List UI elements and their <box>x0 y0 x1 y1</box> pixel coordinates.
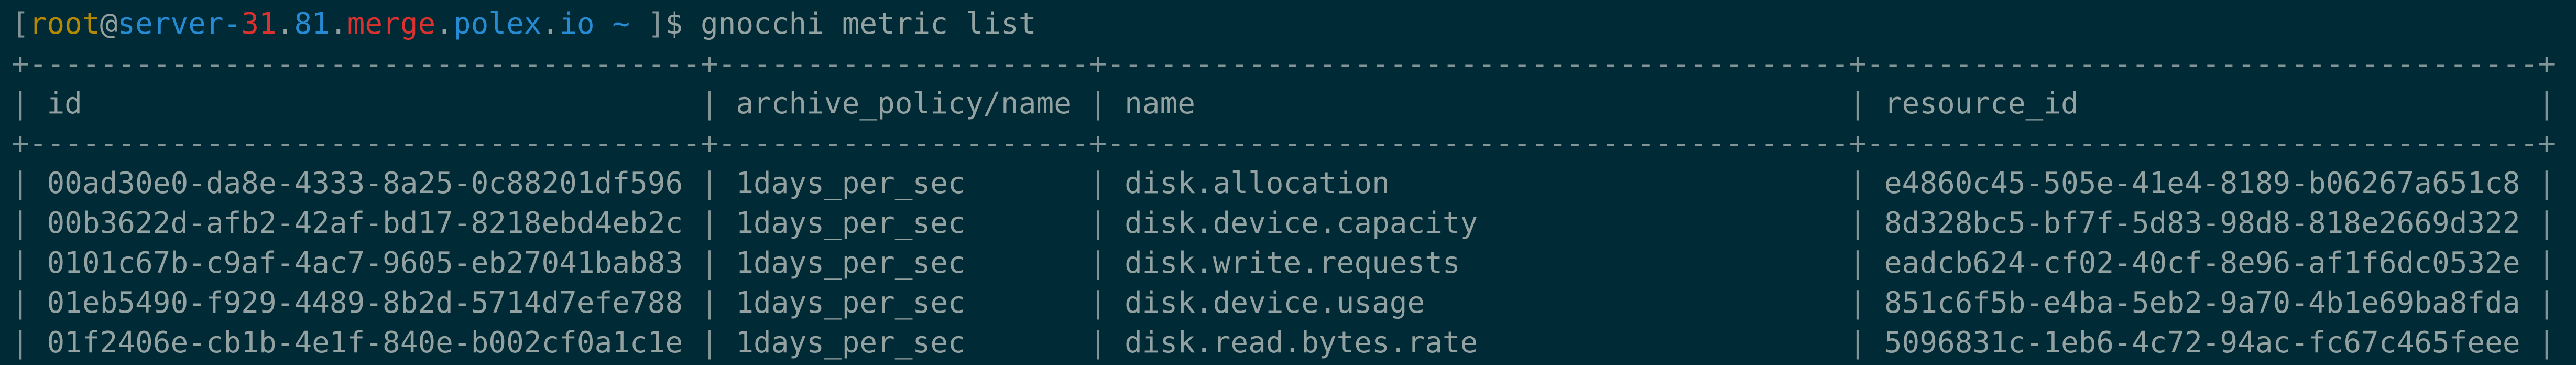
row-cell: 1days_per_sec <box>736 286 1089 320</box>
column-separator: | <box>1849 286 1884 320</box>
table-row: | 0101c67b-c9af-4ac7-9605-eb27041bab83 |… <box>12 243 2576 283</box>
row-cell: eadcb624-cf02-40cf-8e96-af1f6dc0532e <box>1884 246 2538 280</box>
prompt-close-bracket: ] <box>647 7 665 41</box>
row-cell: e4860c45-505e-41e4-8189-b06267a651c8 <box>1884 166 2538 200</box>
column-separator: | <box>12 166 47 200</box>
prompt-open-bracket: [ <box>12 7 29 41</box>
table-row: | 01f2406e-cb1b-4e1f-840e-b002cf0a1c1e |… <box>12 323 2576 363</box>
row-cell: 0101c67b-c9af-4ac7-9605-eb27041bab83 <box>47 246 701 280</box>
terminal-window[interactable]: [root@server-31.81.merge.polex.io ~ ]$ g… <box>0 0 2576 365</box>
prompt-host-dot: . <box>329 7 347 41</box>
row-cell: 8d328bc5-bf7f-5d83-98d8-818e2669d322 <box>1884 206 2538 240</box>
header-cell: name <box>1125 87 1849 121</box>
row-cell: 1days_per_sec <box>736 206 1089 240</box>
prompt-host-part: 81 <box>294 7 330 41</box>
table-row: | 00ad30e0-da8e-4333-8a25-0c88201df596 |… <box>12 164 2576 203</box>
column-separator: | <box>1849 166 1884 200</box>
table-row: | 01eb5490-f929-4489-8b2d-5714d7efe788 |… <box>12 283 2576 323</box>
column-separator: | <box>2538 326 2556 360</box>
column-separator: | <box>2538 286 2556 320</box>
prompt-user: root <box>29 7 100 41</box>
prompt-host-dot: . <box>435 7 453 41</box>
row-cell: 01eb5490-f929-4489-8b2d-5714d7efe788 <box>47 286 701 320</box>
command-text: gnocchi metric list <box>700 7 1036 41</box>
prompt-host-part: io <box>559 7 595 41</box>
column-separator: | <box>2538 246 2556 280</box>
prompt-host-dot: . <box>541 7 560 41</box>
prompt-line: [root@server-31.81.merge.polex.io ~ ]$ g… <box>12 4 2576 44</box>
prompt-host-part: 31 <box>241 7 277 41</box>
column-separator: | <box>700 326 736 360</box>
column-separator: | <box>700 206 736 240</box>
column-separator: | <box>1089 326 1125 360</box>
table-border-mid: +--------------------------------------+… <box>12 126 2556 160</box>
row-cell: disk.read.bytes.rate <box>1125 326 1849 360</box>
table-body: | 00ad30e0-da8e-4333-8a25-0c88201df596 |… <box>12 164 2576 363</box>
column-separator: | <box>12 286 47 320</box>
column-separator: | <box>700 286 736 320</box>
table-row: | 00b3622d-afb2-42af-bd17-8218ebd4eb2c |… <box>12 203 2576 243</box>
column-separator: | <box>2538 166 2556 200</box>
prompt-host-part: server- <box>117 7 242 41</box>
row-cell: 00b3622d-afb2-42af-bd17-8218ebd4eb2c <box>47 206 701 240</box>
row-cell: 5096831c-1eb6-4c72-94ac-fc67c465feee <box>1884 326 2538 360</box>
column-separator: | <box>12 326 47 360</box>
row-cell: 1days_per_sec <box>736 166 1089 200</box>
column-separator: | <box>700 87 736 121</box>
row-cell: disk.device.usage <box>1125 286 1849 320</box>
prompt-dollar: $ <box>665 7 701 41</box>
prompt-host-dot: . <box>276 7 294 41</box>
column-separator: | <box>12 246 47 280</box>
prompt-host-part: polex <box>453 7 542 41</box>
column-separator: | <box>1849 246 1884 280</box>
column-separator: | <box>1849 326 1884 360</box>
row-cell: disk.write.requests <box>1125 246 1849 280</box>
column-separator: | <box>1089 166 1125 200</box>
column-separator: | <box>1089 246 1125 280</box>
column-separator: | <box>12 206 47 240</box>
column-separator: | <box>1849 87 1884 121</box>
prompt-host-part: merge <box>347 7 436 41</box>
row-cell: 00ad30e0-da8e-4333-8a25-0c88201df596 <box>47 166 701 200</box>
column-separator: | <box>2538 87 2556 121</box>
header-cell: id <box>47 87 701 121</box>
table-border-top: +--------------------------------------+… <box>12 47 2556 81</box>
header-cell: archive_policy/name <box>736 87 1089 121</box>
column-separator: | <box>12 87 47 121</box>
row-cell: 01f2406e-cb1b-4e1f-840e-b002cf0a1c1e <box>47 326 701 360</box>
column-separator: | <box>1089 87 1125 121</box>
row-cell: disk.device.capacity <box>1125 206 1849 240</box>
row-cell: 1days_per_sec <box>736 246 1089 280</box>
column-separator: | <box>2538 206 2556 240</box>
column-separator: | <box>1089 206 1125 240</box>
row-cell: disk.allocation <box>1125 166 1849 200</box>
row-cell: 851c6f5b-e4ba-5eb2-9a70-4b1e69ba8fda <box>1884 286 2538 320</box>
prompt-at: @ <box>100 7 118 41</box>
table-header-row: | id | archive_policy/name | name | reso… <box>12 84 2576 124</box>
column-separator: | <box>700 246 736 280</box>
column-separator: | <box>1089 286 1125 320</box>
column-separator: | <box>1849 206 1884 240</box>
header-cell: resource_id <box>1884 87 2538 121</box>
column-separator: | <box>700 166 736 200</box>
prompt-cwd: ~ <box>594 7 648 41</box>
row-cell: 1days_per_sec <box>736 326 1089 360</box>
